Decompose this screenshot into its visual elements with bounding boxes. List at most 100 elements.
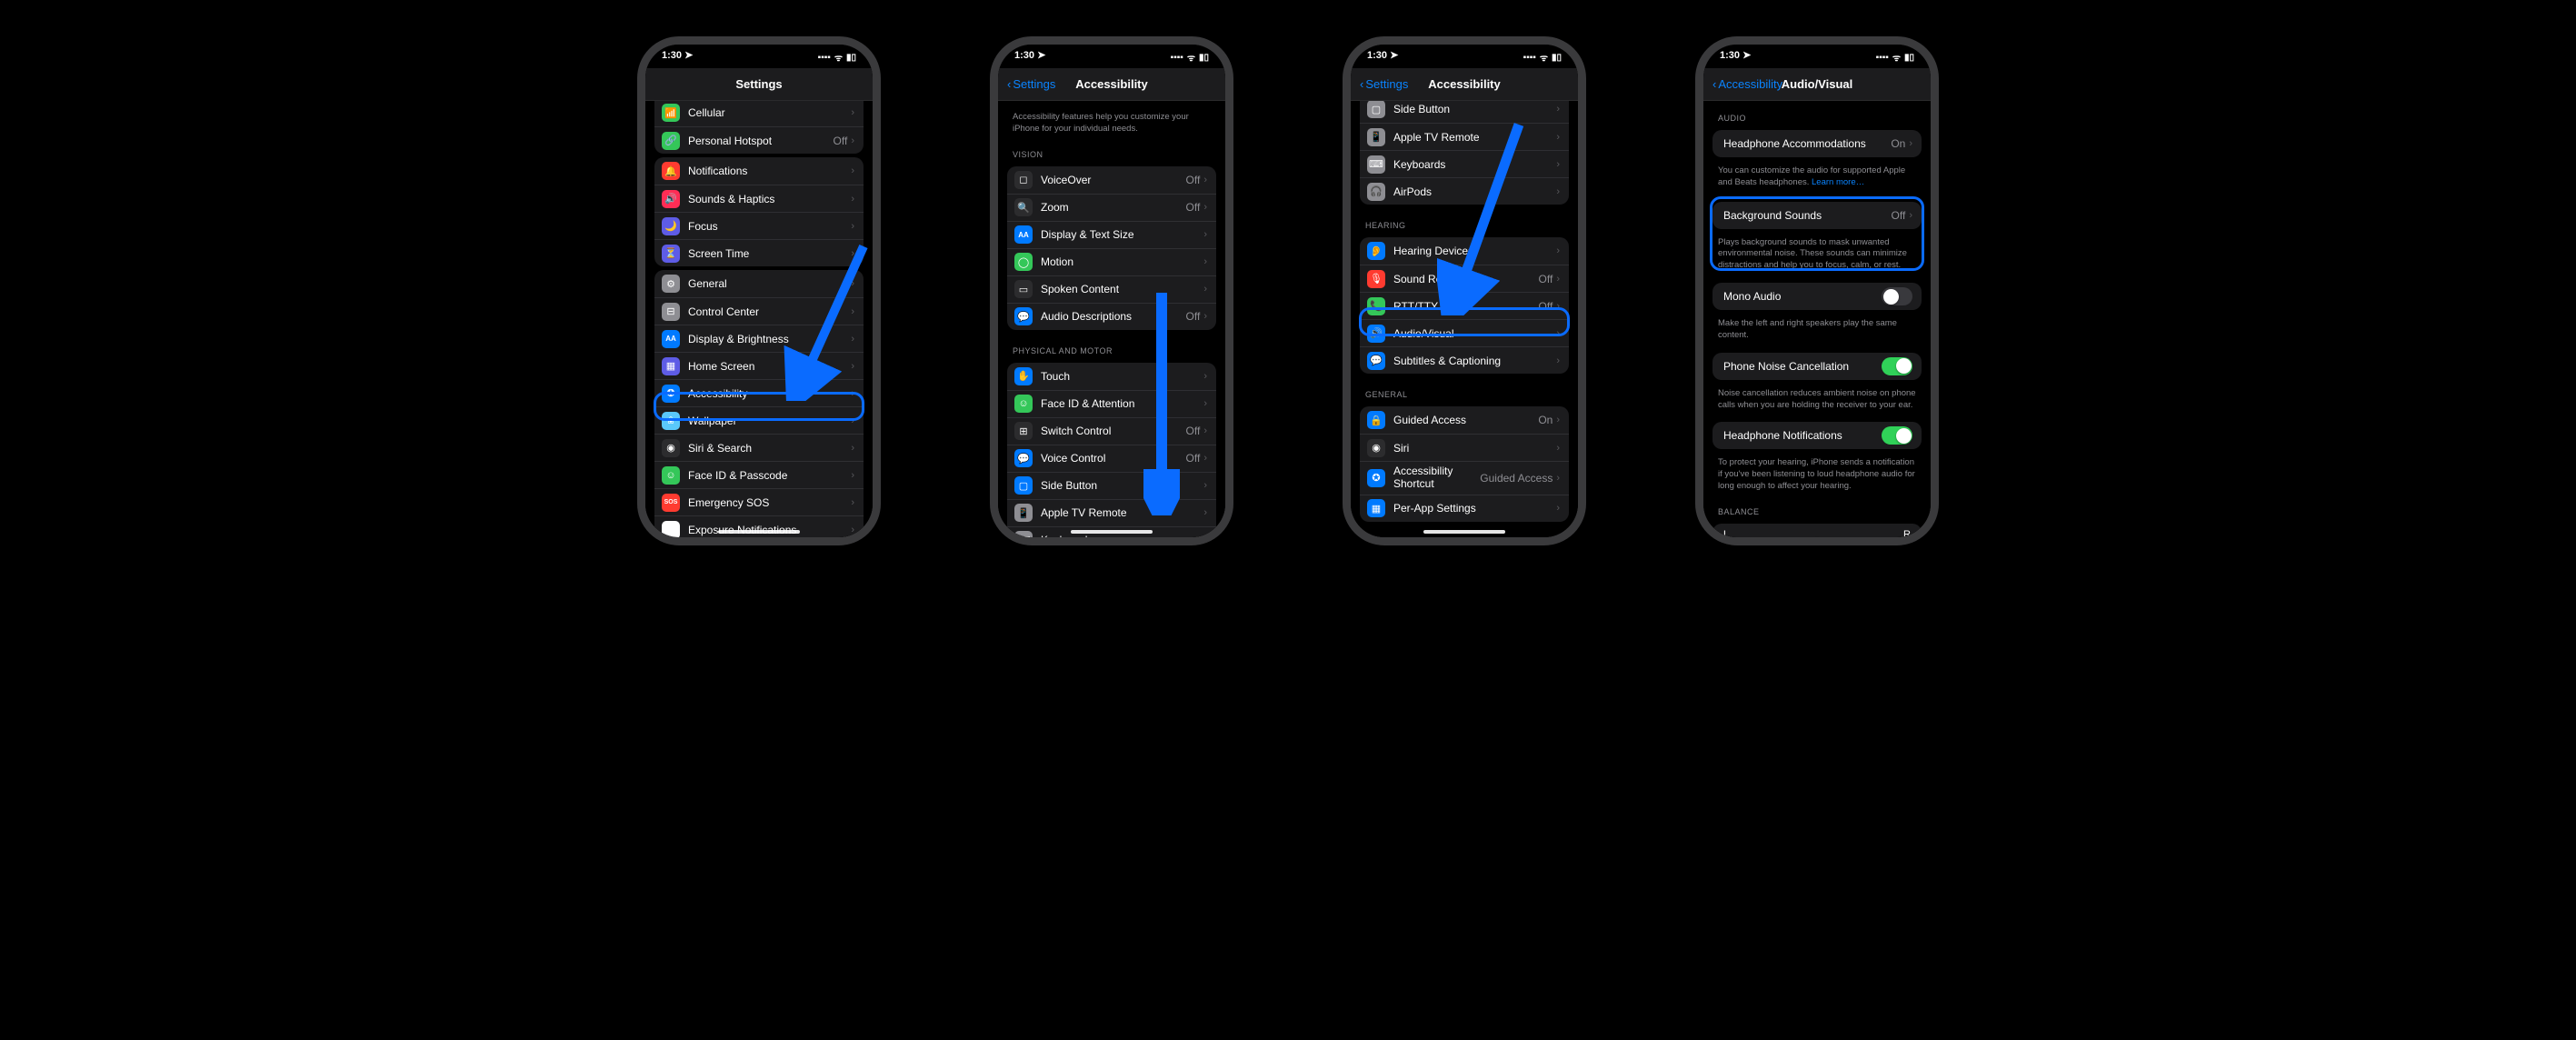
row-soundrec[interactable]: 🎙Sound RecognitionOff›	[1360, 265, 1569, 292]
content[interactable]: ▢Side Button› 📱Apple TV Remote› ⌨ Keyboar…	[1351, 101, 1578, 537]
row-label: RTT/TTY	[1393, 300, 1539, 313]
row-display[interactable]: AADisplay & Brightness›	[654, 325, 864, 352]
chevron-icon: ›	[851, 248, 854, 259]
noise-toggle[interactable]	[1882, 357, 1912, 375]
learn-more-link[interactable]: Learn more…	[1812, 177, 1864, 187]
row-spoken[interactable]: ▭Spoken Content›	[1007, 275, 1216, 303]
row-audiodesc[interactable]: 💬Audio DescriptionsOff›	[1007, 303, 1216, 330]
row-cellular[interactable]: 📶Cellular›	[654, 101, 864, 126]
row-sidebutton[interactable]: ▢Side Button›	[1007, 472, 1216, 499]
chevron-icon: ›	[1203, 425, 1207, 436]
row-label: Background Sounds	[1723, 209, 1892, 222]
row-homescreen[interactable]: ▦Home Screen›	[654, 352, 864, 379]
chevron-icon: ›	[851, 306, 854, 317]
back-button[interactable]: ‹ Accessibility	[1712, 77, 1782, 91]
row-controlcenter[interactable]: ⊟Control Center›	[654, 297, 864, 325]
chevron-icon: ›	[851, 388, 854, 399]
row-siri[interactable]: ◉Siri & Search›	[654, 434, 864, 461]
gear-icon: ⚙	[662, 275, 680, 293]
siri-icon: ◉	[662, 439, 680, 457]
row-touch[interactable]: ✋Touch›	[1007, 363, 1216, 390]
row-motion[interactable]: ◯Motion›	[1007, 248, 1216, 275]
row-airpods[interactable]: 🎧AirPods›	[1360, 177, 1569, 205]
row-sounds[interactable]: 🔊Sounds & Haptics›	[654, 185, 864, 212]
content[interactable]: 📶Cellular› 🔗Personal HotspotOff› 🔔 Notifi…	[645, 101, 873, 537]
faceid-icon: ☺	[1014, 395, 1033, 413]
row-voiceover[interactable]: ◻VoiceOverOff›	[1007, 166, 1216, 194]
row-subtitles[interactable]: 💬Subtitles & Captioning›	[1360, 346, 1569, 374]
row-label: Apple TV Remote	[1041, 506, 1203, 519]
row-label: Switch Control	[1041, 425, 1186, 437]
row-exposure[interactable]: ⋮⋮Exposure Notifications›	[654, 515, 864, 537]
chevron-icon: ›	[1203, 311, 1207, 322]
row-zoom[interactable]: 🔍ZoomOff›	[1007, 194, 1216, 221]
row-noise[interactable]: Phone Noise Cancellation	[1712, 353, 1922, 380]
row-tvremote[interactable]: 📱Apple TV Remote›	[1007, 499, 1216, 526]
row-label: Accessibility Shortcut	[1393, 465, 1480, 491]
section-header-hearing: HEARING	[1351, 208, 1578, 234]
section-header-general: GENERAL	[1351, 377, 1578, 403]
row-general[interactable]: ⚙General›	[654, 270, 864, 297]
back-button[interactable]: ‹ Settings	[1360, 77, 1408, 91]
row-focus[interactable]: 🌙Focus›	[654, 212, 864, 239]
content[interactable]: AUDIO Headphone AccommodationsOn› You ca…	[1703, 101, 1931, 537]
row-mono[interactable]: Mono Audio	[1712, 283, 1922, 310]
row-switch[interactable]: ⊞Switch ControlOff›	[1007, 417, 1216, 445]
row-perapp[interactable]: ▦Per-App Settings›	[1360, 495, 1569, 522]
sidebutton-icon: ▢	[1367, 101, 1385, 118]
row-value: Off	[1539, 300, 1553, 313]
row-tvremote[interactable]: 📱Apple TV Remote›	[1360, 123, 1569, 150]
row-value: Off	[1186, 201, 1201, 214]
row-rtt[interactable]: 📞RTT/TTYOff›	[1360, 292, 1569, 319]
chevron-icon: ›	[1203, 229, 1207, 240]
row-keyboards[interactable]: ⌨Keyboards›	[1360, 150, 1569, 177]
row-headnotif[interactable]: Headphone Notifications	[1712, 422, 1922, 449]
row-siri[interactable]: ◉Siri›	[1360, 434, 1569, 461]
row-textsize[interactable]: AADisplay & Text Size›	[1007, 221, 1216, 248]
row-sidebutton[interactable]: ▢Side Button›	[1360, 101, 1569, 123]
row-label: Cellular	[688, 106, 851, 119]
row-bg-sounds[interactable]: Background SoundsOff›	[1712, 202, 1922, 229]
row-sos[interactable]: SOSEmergency SOS›	[654, 488, 864, 515]
row-screentime[interactable]: ⏳Screen Time›	[654, 239, 864, 266]
home-indicator[interactable]	[1071, 530, 1153, 534]
row-guidedaccess[interactable]: 🔒Guided AccessOn›	[1360, 406, 1569, 434]
row-headphone-accom[interactable]: Headphone AccommodationsOn›	[1712, 130, 1922, 157]
intro-text: Accessibility features help you customiz…	[998, 101, 1225, 137]
home-indicator[interactable]	[718, 530, 800, 534]
row-label: Face ID & Attention	[1041, 397, 1203, 410]
row-value: Off	[1186, 174, 1201, 186]
row-wallpaper[interactable]: ❀Wallpaper›	[654, 406, 864, 434]
row-accessibility[interactable]: ✪Accessibility›	[654, 379, 864, 406]
page-title: Accessibility	[1075, 77, 1148, 91]
row-faceid[interactable]: ☺Face ID & Passcode›	[654, 461, 864, 488]
chevron-icon: ›	[1203, 507, 1207, 518]
row-faceid-attention[interactable]: ☺Face ID & Attention›	[1007, 390, 1216, 417]
chevron-icon: ›	[1556, 355, 1560, 366]
chevron-icon: ›	[851, 135, 854, 146]
row-label: Accessibility	[688, 387, 851, 400]
zoom-icon: 🔍	[1014, 198, 1033, 216]
mono-toggle[interactable]	[1882, 287, 1912, 305]
faceid-icon: ☺	[662, 466, 680, 485]
screen: Settings 📶Cellular› 🔗Personal HotspotOff…	[645, 45, 873, 537]
home-indicator[interactable]	[1423, 530, 1505, 534]
keyboard-icon: ⌨	[1367, 155, 1385, 174]
headnotif-toggle[interactable]	[1882, 426, 1912, 445]
row-label: Keyboards	[1393, 158, 1556, 171]
row-shortcut[interactable]: ✪Accessibility ShortcutGuided Access›	[1360, 461, 1569, 495]
row-label: Face ID & Passcode	[688, 469, 851, 482]
row-label: Emergency SOS	[688, 496, 851, 509]
bell-icon: 🔔	[662, 162, 680, 180]
chevron-icon: ›	[851, 107, 854, 118]
row-voicecontrol[interactable]: 💬Voice ControlOff›	[1007, 445, 1216, 472]
row-notifications[interactable]: 🔔Notifications›	[654, 157, 864, 185]
back-button[interactable]: ‹ Settings	[1007, 77, 1055, 91]
signal-icon: ▪▪▪▪	[1171, 53, 1183, 63]
row-hearing[interactable]: 👂Hearing Devices›	[1360, 237, 1569, 265]
row-audiovisual[interactable]: 🔊Audio/Visual›	[1360, 319, 1569, 346]
content[interactable]: Accessibility features help you customiz…	[998, 101, 1225, 537]
row-hotspot[interactable]: 🔗Personal HotspotOff›	[654, 126, 864, 154]
row-label: Sound Recognition	[1393, 273, 1539, 285]
row-label: Notifications	[688, 165, 851, 177]
